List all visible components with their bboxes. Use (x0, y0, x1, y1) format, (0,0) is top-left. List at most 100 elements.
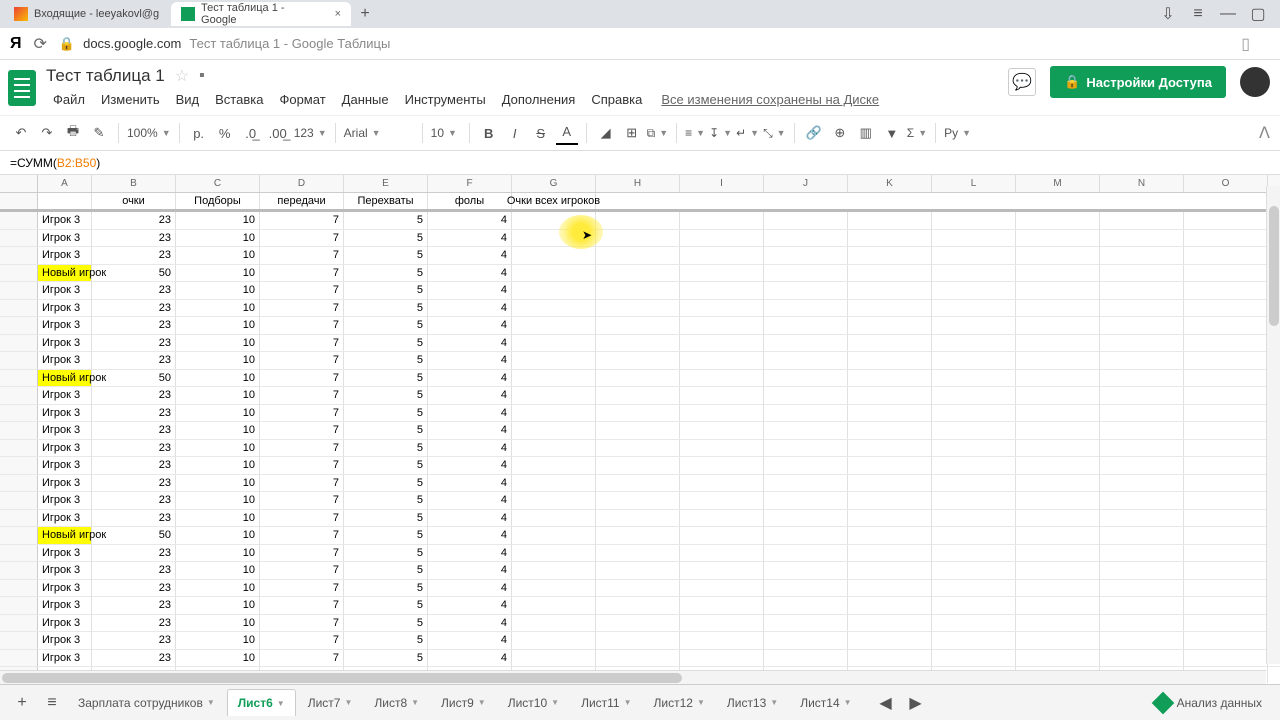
cell[interactable] (596, 597, 680, 614)
zoom-select[interactable]: 100%▼ (127, 126, 171, 140)
cell[interactable]: 50 (92, 527, 176, 544)
cell[interactable] (848, 370, 932, 387)
cell[interactable] (1184, 247, 1268, 264)
cell[interactable] (932, 632, 1016, 649)
cell[interactable]: Игрок 3 (38, 387, 92, 404)
cell[interactable]: 5 (344, 615, 428, 632)
cell[interactable]: 7 (260, 580, 344, 597)
cell[interactable] (848, 265, 932, 282)
cell[interactable]: 4 (428, 562, 512, 579)
cell[interactable] (596, 405, 680, 422)
cell[interactable] (1184, 422, 1268, 439)
cell[interactable] (848, 632, 932, 649)
cell[interactable]: 10 (176, 212, 260, 229)
cell[interactable] (1100, 212, 1184, 229)
menu-вставка[interactable]: Вставка (208, 88, 270, 111)
cell[interactable]: 5 (344, 580, 428, 597)
cell[interactable] (932, 475, 1016, 492)
cell[interactable] (1184, 387, 1268, 404)
cell[interactable] (848, 580, 932, 597)
cell[interactable] (1100, 545, 1184, 562)
yandex-logo[interactable]: Я (10, 35, 22, 53)
row-number[interactable] (0, 335, 38, 352)
cell[interactable]: 10 (176, 335, 260, 352)
cell[interactable]: 7 (260, 510, 344, 527)
row-number[interactable] (0, 370, 38, 387)
cell[interactable]: Игрок 3 (38, 230, 92, 247)
cell[interactable] (1100, 352, 1184, 369)
cell[interactable] (848, 615, 932, 632)
cell[interactable] (764, 457, 848, 474)
menu-данные[interactable]: Данные (335, 88, 396, 111)
cell[interactable] (764, 545, 848, 562)
row-number[interactable] (0, 352, 38, 369)
paint-format-icon[interactable]: ✎ (88, 121, 110, 145)
cell[interactable]: 10 (176, 247, 260, 264)
cell[interactable]: 7 (260, 475, 344, 492)
cell[interactable] (764, 597, 848, 614)
row-number[interactable] (0, 510, 38, 527)
cell[interactable]: Игрок 3 (38, 352, 92, 369)
cell[interactable] (848, 422, 932, 439)
cell[interactable]: 23 (92, 282, 176, 299)
cell[interactable] (1016, 527, 1100, 544)
cell[interactable] (1016, 265, 1100, 282)
cell[interactable] (932, 615, 1016, 632)
cell[interactable] (764, 580, 848, 597)
cell[interactable] (596, 545, 680, 562)
cell[interactable] (1184, 230, 1268, 247)
cell[interactable]: 23 (92, 492, 176, 509)
cell[interactable]: Игрок 3 (38, 317, 92, 334)
cell[interactable] (680, 580, 764, 597)
cell[interactable]: Игрок 3 (38, 632, 92, 649)
cell[interactable] (932, 580, 1016, 597)
save-status[interactable]: Все изменения сохранены на Диске (661, 92, 879, 107)
cell[interactable] (764, 387, 848, 404)
cell[interactable]: 10 (176, 492, 260, 509)
cell[interactable]: 7 (260, 615, 344, 632)
cell[interactable]: Игрок 3 (38, 597, 92, 614)
menu-справка[interactable]: Справка (584, 88, 649, 111)
cell[interactable]: 10 (176, 457, 260, 474)
cell[interactable]: 10 (176, 510, 260, 527)
cell[interactable] (596, 562, 680, 579)
header-cell[interactable]: очки (92, 193, 176, 209)
cell[interactable]: 10 (176, 422, 260, 439)
row-number[interactable] (0, 492, 38, 509)
row-number[interactable] (0, 282, 38, 299)
row-number[interactable] (0, 247, 38, 264)
cell[interactable] (512, 405, 596, 422)
cell[interactable] (596, 492, 680, 509)
cell[interactable] (1184, 405, 1268, 422)
menu-инструменты[interactable]: Инструменты (398, 88, 493, 111)
cell[interactable] (1100, 300, 1184, 317)
cell[interactable] (932, 335, 1016, 352)
cell[interactable]: 23 (92, 405, 176, 422)
cell[interactable] (764, 510, 848, 527)
cell[interactable]: 4 (428, 300, 512, 317)
scroll-left-icon[interactable]: ◀ (872, 689, 900, 717)
cell[interactable] (1016, 440, 1100, 457)
cell[interactable]: 7 (260, 387, 344, 404)
cell[interactable] (764, 370, 848, 387)
cell[interactable]: 5 (344, 387, 428, 404)
cell[interactable] (1184, 335, 1268, 352)
cell[interactable]: Игрок 3 (38, 562, 92, 579)
cell[interactable]: 10 (176, 615, 260, 632)
h-align-button[interactable]: ≡▼ (685, 126, 705, 140)
row-number[interactable] (0, 440, 38, 457)
row-number[interactable] (0, 580, 38, 597)
cell[interactable]: 4 (428, 387, 512, 404)
cell[interactable] (1016, 370, 1100, 387)
cell[interactable] (680, 265, 764, 282)
cell[interactable]: 5 (344, 545, 428, 562)
cell[interactable]: 5 (344, 317, 428, 334)
cell[interactable]: 7 (260, 440, 344, 457)
cell[interactable]: 10 (176, 317, 260, 334)
cell[interactable]: 4 (428, 405, 512, 422)
cell[interactable] (1016, 247, 1100, 264)
download-icon[interactable]: ⇩ (1160, 6, 1176, 22)
cell[interactable] (1184, 597, 1268, 614)
sheet-tab[interactable]: Лист9▼ (431, 689, 496, 716)
cell[interactable] (680, 615, 764, 632)
